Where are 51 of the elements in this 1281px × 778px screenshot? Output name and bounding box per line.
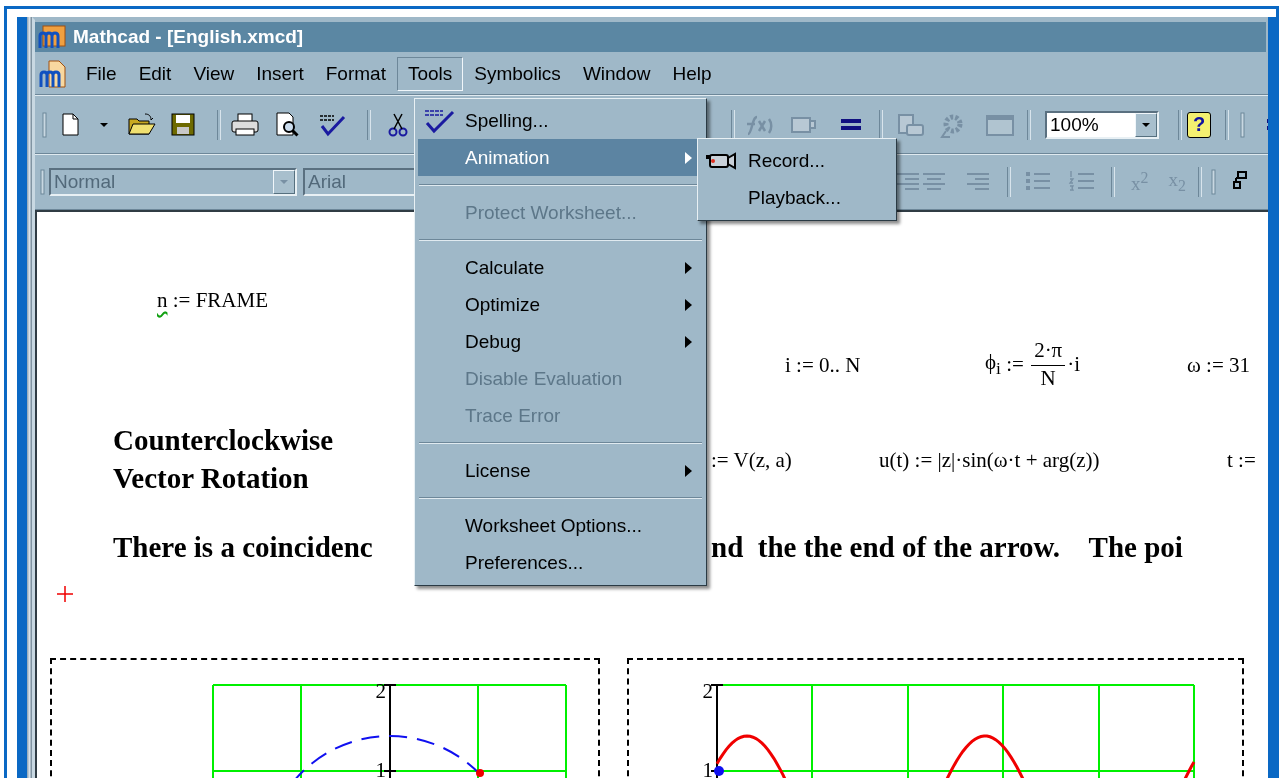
math-expression: ω := 31 — [1187, 353, 1250, 378]
menu-item[interactable]: Edit — [127, 57, 183, 91]
submenu-arrow-icon — [685, 299, 693, 311]
menu-item[interactable]: Window — [571, 57, 662, 91]
menu-item[interactable]: Playback... — [701, 179, 893, 216]
window-title: Mathcad - [English.xmcd] — [73, 26, 304, 48]
math-expression: i := 0.. N — [785, 353, 861, 378]
math-expression: t := — [1227, 448, 1256, 473]
app-icon — [37, 24, 67, 50]
cursor-icon — [56, 585, 74, 603]
save-icon[interactable] — [169, 110, 197, 139]
caret-icon — [1141, 120, 1151, 129]
help-button[interactable]: ? — [1187, 111, 1211, 138]
dropdown-button[interactable] — [1135, 112, 1157, 137]
submenu-arrow-icon — [685, 465, 693, 477]
menu-item[interactable]: View — [182, 57, 246, 91]
math-expression: u(t) := |z|·sin(ω·t + arg(z)) — [879, 448, 1100, 473]
menu-item[interactable]: Spelling... — [418, 102, 703, 139]
printer-icon[interactable] — [230, 110, 260, 139]
heading: Counterclockwise Vector Rotation — [113, 423, 335, 496]
math-expression: n := FRAME — [157, 288, 269, 313]
menu-item[interactable]: License — [418, 452, 703, 489]
menu-item[interactable]: Format — [314, 57, 397, 91]
paragraph-text: nd the the end of the arrow. The poi — [711, 531, 1183, 564]
menu-item[interactable]: Insert — [245, 57, 315, 91]
menu-item[interactable]: Calculate — [418, 249, 703, 286]
menu-item[interactable]: Tools — [396, 57, 464, 91]
submenu-arrow-icon — [685, 262, 693, 274]
zoom-field[interactable]: 100% — [1045, 110, 1159, 139]
grip-handle[interactable] — [1209, 168, 1218, 196]
caret-icon — [279, 178, 289, 186]
point-marker — [714, 766, 724, 776]
menu-item[interactable]: Help — [661, 57, 723, 91]
paragraph-text: There is a coincidenc — [113, 531, 373, 564]
tick-label: 2 — [375, 679, 386, 703]
menu-item[interactable]: Symbolics — [463, 57, 572, 91]
tick-label: 2 — [702, 679, 713, 703]
menu-item[interactable]: Worksheet Options... — [418, 507, 703, 544]
menu-item[interactable]: Preferences... — [418, 544, 703, 581]
submenu-arrow-icon — [685, 152, 693, 164]
menu-item[interactable]: Record... — [701, 142, 893, 179]
menu-item[interactable]: File — [75, 57, 128, 91]
menu-item[interactable]: Debug — [418, 323, 703, 360]
submenu-arrow-icon — [685, 336, 693, 348]
menu-item[interactable]: Optimize — [418, 286, 703, 323]
grip-handle[interactable] — [41, 110, 49, 139]
grip-handle[interactable] — [39, 168, 47, 196]
tick-label: 1 — [702, 758, 713, 778]
math-expression: := V(z, a) — [711, 448, 792, 473]
point-marker — [476, 769, 484, 777]
grip-handle[interactable] — [1239, 110, 1247, 139]
